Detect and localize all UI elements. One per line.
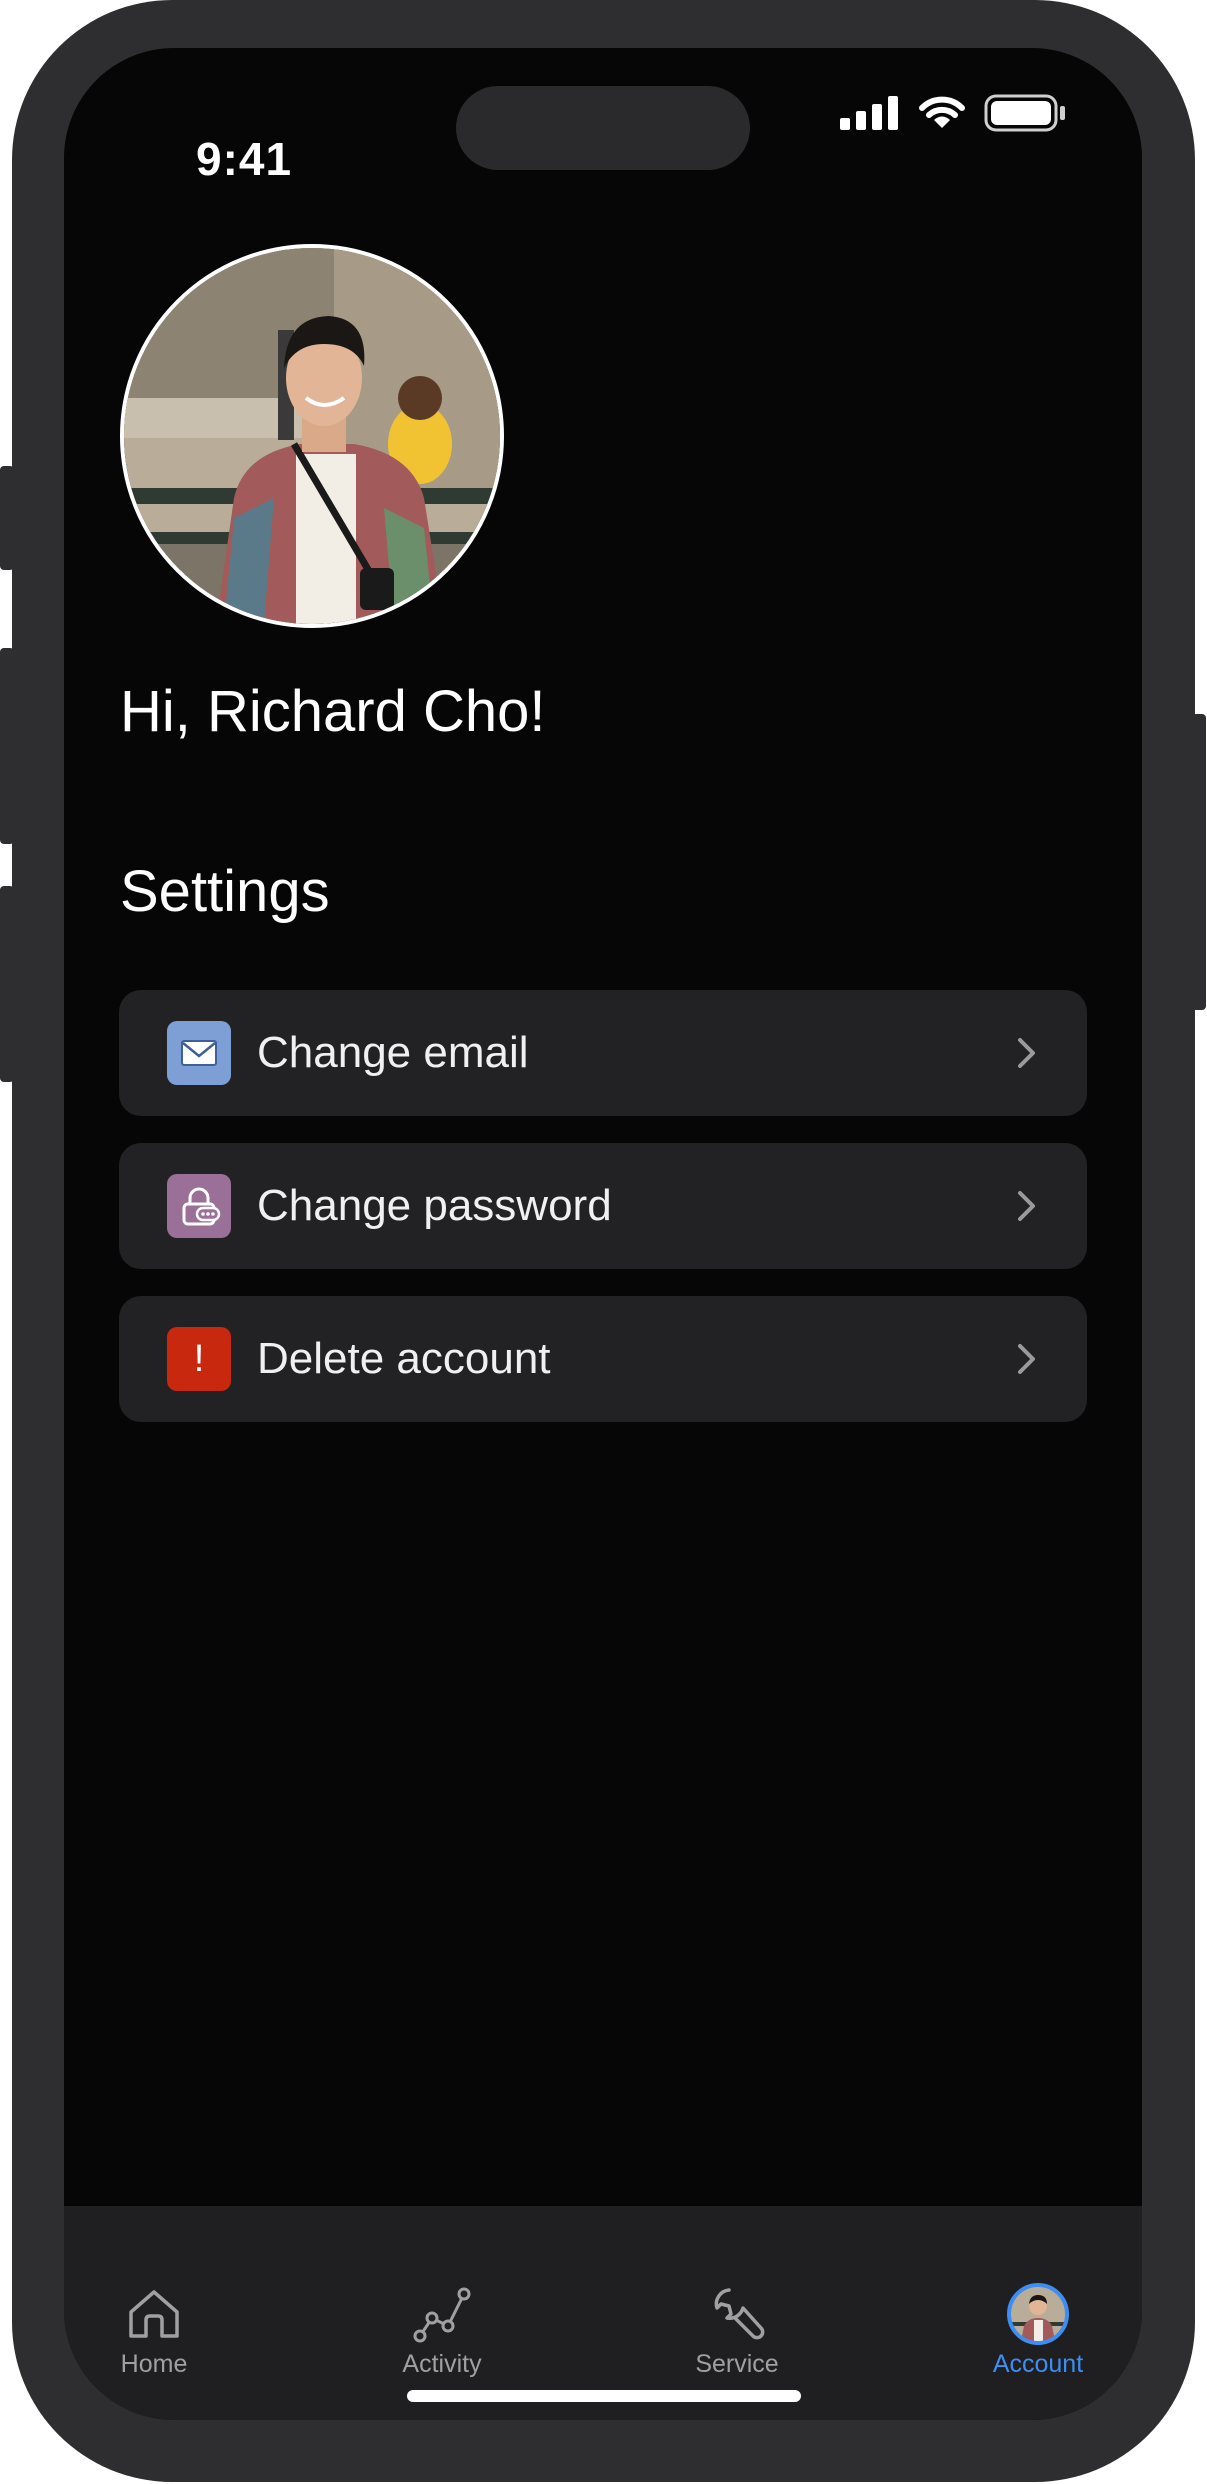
greeting-title: Hi, Richard Cho! bbox=[120, 679, 546, 744]
change-email-label: Change email bbox=[257, 1028, 529, 1077]
activity-icon bbox=[410, 2282, 474, 2346]
screen: 9:41 Hi, Richard Cho! Settings Change em… bbox=[64, 48, 1142, 2420]
volume-up-button bbox=[0, 648, 14, 844]
tab-home[interactable]: Home bbox=[64, 2282, 244, 2379]
mail-icon bbox=[167, 1021, 231, 1085]
change-password-label: Change password bbox=[257, 1181, 612, 1230]
status-icons bbox=[840, 94, 1066, 132]
alert-mark: ! bbox=[193, 1338, 205, 1380]
chevron-right-icon bbox=[1018, 1191, 1035, 1221]
tab-account-label: Account bbox=[992, 2350, 1084, 2378]
home-indicator[interactable] bbox=[407, 2390, 801, 2402]
tab-service[interactable]: Service bbox=[647, 2282, 827, 2379]
change-password-row[interactable]: Change password bbox=[119, 1143, 1087, 1269]
silent-switch bbox=[0, 466, 14, 570]
change-email-row[interactable]: Change email bbox=[119, 990, 1087, 1116]
profile-photo bbox=[124, 248, 500, 624]
delete-account-label: Delete account bbox=[257, 1334, 551, 1383]
signal-icon bbox=[840, 96, 898, 130]
delete-account-row[interactable]: ! Delete account bbox=[119, 1296, 1087, 1422]
wifi-icon bbox=[919, 96, 965, 128]
settings-title: Settings bbox=[120, 859, 330, 924]
tab-activity[interactable]: Activity bbox=[352, 2282, 532, 2379]
chevron-right-icon bbox=[1018, 1038, 1035, 1068]
volume-down-button bbox=[0, 886, 14, 1082]
settings-list: Change email Change password ! Delete ac… bbox=[119, 990, 1087, 1449]
tab-home-label: Home bbox=[120, 2350, 188, 2378]
profile-avatar[interactable] bbox=[120, 244, 504, 628]
home-icon bbox=[122, 2282, 186, 2346]
power-button bbox=[1192, 714, 1206, 1010]
alert-icon: ! bbox=[167, 1327, 231, 1391]
avatar bbox=[1006, 2282, 1070, 2346]
chevron-right-icon bbox=[1018, 1344, 1035, 1374]
battery-icon bbox=[984, 94, 1065, 132]
status-time: 9:41 bbox=[196, 133, 293, 185]
tab-service-label: Service bbox=[695, 2350, 779, 2378]
tab-activity-label: Activity bbox=[402, 2350, 482, 2378]
wrench-icon bbox=[705, 2282, 769, 2346]
lock-icon bbox=[167, 1174, 231, 1238]
tab-account[interactable]: Account bbox=[948, 2282, 1128, 2379]
dynamic-island bbox=[456, 86, 750, 170]
